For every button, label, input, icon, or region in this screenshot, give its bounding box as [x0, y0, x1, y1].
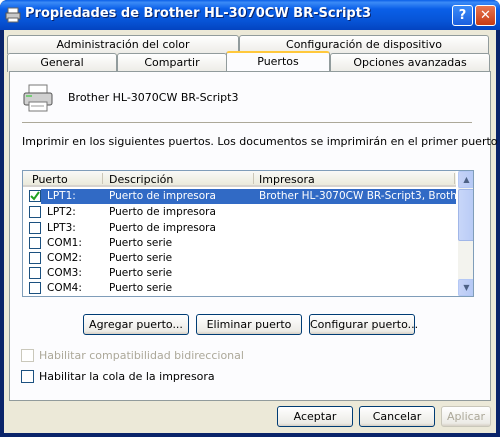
port-description: Puerto de impresora [109, 190, 216, 202]
scroll-down-icon[interactable]: ▼ [458, 279, 473, 296]
window-title: Propiedades de Brother HL-3070CW BR-Scri… [25, 6, 371, 21]
delete-port-button[interactable]: Eliminar puerto [196, 314, 302, 335]
table-row[interactable]: LPT3: Puerto de impresora [23, 221, 456, 236]
cancel-button[interactable]: Cancelar [359, 406, 435, 427]
port-name: LPT2: [47, 206, 76, 218]
column-divider[interactable] [454, 173, 455, 184]
table-row[interactable]: COM3: Puerto serie [23, 266, 456, 281]
add-port-button[interactable]: Agregar puerto... [83, 314, 189, 335]
tab-color-management[interactable]: Administración del color [7, 35, 239, 54]
port-name: LPT3: [47, 222, 76, 234]
column-header-port[interactable]: Puerto [32, 173, 68, 186]
bidirectional-label: Habilitar compatibilidad bidireccional [39, 349, 244, 362]
close-button[interactable]: ✕ [475, 5, 496, 26]
port-description: Puerto de impresora [109, 222, 216, 234]
port-checkbox[interactable] [29, 237, 41, 249]
column-header-printer[interactable]: Impresora [259, 173, 315, 186]
pooling-label: Habilitar la cola de la impresora [39, 370, 215, 383]
printer-icon [23, 84, 53, 112]
apply-button[interactable]: Aplicar [441, 406, 491, 427]
dialog-client: Administración del color Configuración d… [4, 30, 500, 433]
column-divider[interactable] [253, 173, 254, 184]
port-checkbox[interactable] [29, 206, 41, 218]
table-row[interactable]: LPT2: Puerto de impresora [23, 205, 456, 220]
port-checkbox[interactable] [29, 190, 41, 202]
bidirectional-checkbox[interactable] [21, 349, 34, 362]
table-row[interactable]: COM2: Puerto serie [23, 251, 456, 266]
properties-window: Propiedades de Brother HL-3070CW BR-Scri… [0, 0, 500, 437]
tab-general[interactable]: General [7, 53, 117, 72]
port-name: COM2: [47, 252, 82, 264]
ports-list[interactable]: Puerto Descripción Impresora LPT1: Puert… [22, 170, 474, 297]
port-name: COM1: [47, 237, 82, 249]
ok-button[interactable]: Aceptar [277, 406, 353, 427]
tab-sharing[interactable]: Compartir [117, 53, 227, 72]
port-checkbox[interactable] [29, 252, 41, 264]
port-checkbox[interactable] [29, 267, 41, 279]
table-row[interactable]: COM1: Puerto serie [23, 236, 456, 251]
divider [22, 122, 472, 123]
printer-icon [5, 7, 21, 23]
check-icon [30, 191, 40, 201]
vertical-scrollbar[interactable]: ▲ ▼ [458, 171, 473, 296]
column-divider[interactable] [102, 173, 103, 184]
tab-ports[interactable]: Puertos [226, 51, 330, 71]
port-name: LPT1: [47, 190, 76, 202]
table-row[interactable]: COM4: Puerto serie [23, 281, 456, 296]
list-header: Puerto Descripción Impresora [23, 171, 456, 187]
column-header-description[interactable]: Descripción [109, 173, 173, 186]
scrollbar-thumb[interactable] [458, 189, 473, 241]
port-name: COM4: [47, 282, 82, 294]
table-row[interactable]: LPT1: Puerto de impresora Brother HL-307… [23, 189, 473, 204]
port-printer: Brother HL-3070CW BR-Script3, Brother ..… [259, 190, 474, 202]
pooling-checkbox[interactable] [21, 370, 34, 383]
port-description: Puerto serie [109, 267, 173, 279]
title-bar[interactable]: Propiedades de Brother HL-3070CW BR-Scri… [0, 0, 500, 30]
port-checkbox[interactable] [29, 222, 41, 234]
configure-port-button[interactable]: Configurar puerto... [309, 314, 418, 335]
scroll-up-icon[interactable]: ▲ [458, 171, 473, 188]
port-description: Puerto de impresora [109, 206, 216, 218]
port-description: Puerto serie [109, 282, 173, 294]
printer-name: Brother HL-3070CW BR-Script3 [68, 91, 239, 104]
ports-info-text: Imprimir en los siguientes puertos. Los … [22, 135, 500, 148]
port-description: Puerto serie [109, 237, 173, 249]
tab-advanced[interactable]: Opciones avanzadas [330, 53, 490, 72]
help-button[interactable]: ? [452, 5, 473, 26]
port-checkbox[interactable] [29, 282, 41, 294]
port-description: Puerto serie [109, 252, 173, 264]
port-name: COM3: [47, 267, 82, 279]
